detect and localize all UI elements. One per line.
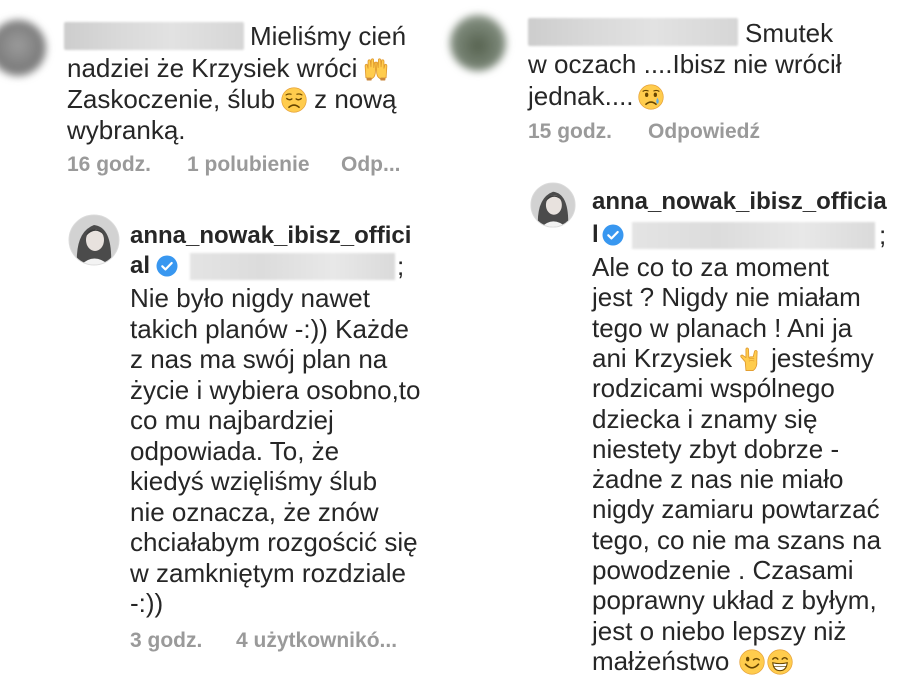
reply-text-line: małżeństwo	[592, 646, 793, 676]
comment-text-line: Smutek	[745, 18, 834, 48]
reply-text: jesteśmy	[771, 343, 874, 373]
reply-text-line: odpowiada. To, że	[130, 436, 340, 466]
comment-time: 16 godz.	[67, 153, 152, 176]
reply-button[interactable]: Odpowiedź	[648, 120, 760, 144]
reply-text-line: jest ? Nigdy nie miałam	[592, 282, 861, 312]
blurred-username[interactable]	[528, 18, 738, 46]
mention-end: ;	[397, 251, 405, 281]
screenshot-canvas: Mieliśmy cień nadziei że Krzysiek wróci …	[0, 0, 900, 680]
reply-time: 3 godz.	[130, 629, 203, 652]
comment-text: jednak....	[528, 81, 634, 111]
crying-face-emoji-icon	[637, 84, 664, 110]
avatar[interactable]	[68, 214, 120, 266]
winking-face-emoji-icon	[739, 649, 765, 675]
reply-text-line: Nie było nigdy nawet	[130, 283, 370, 313]
raised-hands-emoji-icon	[363, 56, 389, 82]
beaming-face-emoji-icon	[767, 649, 793, 675]
reply-username-continuation[interactable]: l	[592, 220, 599, 250]
comment-text-line: wybranką.	[67, 115, 186, 145]
reply-text-line: z nas ma swój plan na	[130, 344, 388, 374]
comment-text-line: nadziei że Krzysiek wróci	[67, 53, 389, 83]
reply-text-line: tego, co nie ma szans na	[592, 525, 882, 555]
disappointed-face-emoji-icon	[281, 87, 307, 113]
comment-text-line: w oczach ....Ibisz nie wrócił	[528, 49, 842, 79]
reply-text-line: żadne z nas nie miało	[592, 464, 844, 494]
comment-text-line: Mieliśmy cień	[250, 21, 407, 51]
comment-text-line: Zaskoczenie, ślub z nową	[67, 84, 397, 114]
reply-text-line: dziecka i znamy się	[592, 404, 818, 434]
blurred-mention[interactable]	[632, 222, 875, 249]
blurred-mention[interactable]	[190, 253, 395, 280]
verified-badge-icon	[156, 255, 178, 277]
reply-text-line: co mu najbardziej	[130, 405, 334, 435]
right-comment-thread: Smutek w oczach ....Ibisz nie wrócił jed…	[448, 0, 900, 680]
comment-text: z nową	[314, 84, 397, 114]
love-you-gesture-emoji-icon	[738, 346, 764, 372]
reply-text-line: ani Krzysiek jesteśmy	[592, 343, 874, 373]
reply-text-line: w zamkniętym rozdziale	[130, 558, 406, 588]
verified-badge-icon	[602, 224, 624, 246]
blurred-username[interactable]	[64, 22, 244, 50]
avatar[interactable]	[530, 182, 576, 228]
reply-text-line: Ale co to za moment	[592, 252, 829, 282]
reply-text: ani Krzysiek	[592, 343, 733, 373]
comment-time: 15 godz.	[528, 120, 613, 143]
reply-text-line: -:))	[130, 588, 164, 618]
reply-text-line: niestety zbyt dobrze -	[592, 434, 840, 464]
likes-users-link[interactable]: 4 użytkownikó...	[236, 629, 397, 653]
comment-text: Zaskoczenie, ślub	[67, 84, 276, 114]
reply-text-line: takich planów -:)) Każde	[130, 314, 409, 344]
reply-text-line: rodzicami wspólnego	[592, 373, 835, 403]
reply-username[interactable]: anna_nowak_ibisz_officia	[592, 187, 887, 217]
blurred-avatar[interactable]	[450, 15, 506, 71]
reply-username-continuation[interactable]: al	[130, 251, 150, 281]
comment-text: nadziei że Krzysiek wróci	[67, 53, 358, 83]
comment-text-line: jednak....	[528, 81, 664, 111]
reply-text: małżeństwo	[592, 646, 730, 676]
reply-text-line: poprawny układ z byłym,	[592, 585, 877, 615]
reply-text-line: życie i wybiera osobno,to	[130, 375, 421, 405]
reply-button[interactable]: Odp...	[341, 153, 401, 177]
reply-text-line: kiedyś wzięliśmy ślub	[130, 466, 378, 496]
reply-text-line: jest o niebo lepszy niż	[592, 616, 847, 646]
reply-username[interactable]: anna_nowak_ibisz_offici	[130, 221, 411, 251]
reply-text-line: chciałabym rozgościć się	[130, 527, 418, 557]
likes-count-link[interactable]: 1 polubienie	[187, 153, 310, 177]
reply-text-line: nie oznacza, że znów	[130, 497, 379, 527]
blurred-avatar[interactable]	[0, 20, 46, 76]
left-comment-thread: Mieliśmy cień nadziei że Krzysiek wróci …	[0, 0, 446, 680]
mention-end: ;	[879, 220, 887, 250]
reply-text-line: tego w planach ! Ani ja	[592, 313, 853, 343]
reply-text-line: powodzenie . Czasami	[592, 555, 854, 585]
reply-text-line: nigdy zamiaru powtarzać	[592, 494, 880, 524]
